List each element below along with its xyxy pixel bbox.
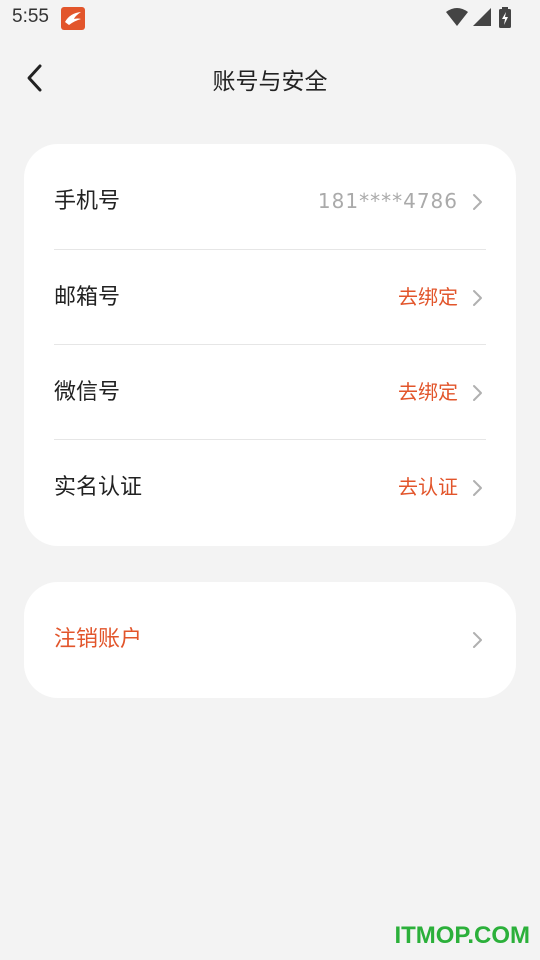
real-name-row[interactable]: 实名认证 去认证: [54, 440, 486, 535]
chevron-right-icon: [473, 194, 482, 210]
chevron-right-icon: [473, 480, 482, 496]
battery-icon: [499, 7, 511, 28]
chevron-right-icon: [473, 385, 482, 401]
status-bar: 5:55: [0, 0, 540, 36]
cancel-account-card: 注销账户: [24, 582, 516, 698]
chevron-right-icon: [473, 290, 482, 306]
phone-label: 手机号: [54, 189, 121, 214]
chevron-right-icon: [473, 632, 482, 648]
wechat-row[interactable]: 微信号 去绑定: [54, 345, 486, 440]
header: 账号与安全: [0, 48, 540, 108]
status-time: 5:55: [12, 6, 49, 27]
watermark-text: ITMOP.COM: [394, 922, 530, 949]
cell-signal-icon: [473, 8, 491, 26]
email-bind-link: 去绑定: [398, 285, 458, 309]
phone-value: 181****4786: [317, 189, 458, 213]
wifi-icon: [446, 8, 468, 26]
account-security-card: 手机号 181****4786 邮箱号 去绑定 微信号 去绑定 实名认证 去认证: [24, 144, 516, 546]
cancel-account-row[interactable]: 注销账户: [54, 592, 486, 687]
email-label: 邮箱号: [54, 285, 121, 310]
email-row[interactable]: 邮箱号 去绑定: [54, 250, 486, 345]
cancel-account-label: 注销账户: [54, 627, 143, 652]
page-title: 账号与安全: [212, 69, 328, 95]
wechat-bind-link: 去绑定: [398, 380, 458, 404]
wechat-label: 微信号: [54, 380, 121, 405]
real-name-label: 实名认证: [54, 475, 143, 500]
phone-row[interactable]: 手机号 181****4786: [54, 154, 486, 249]
app-notification-icon: [61, 7, 85, 30]
real-name-verify-link: 去认证: [398, 475, 458, 499]
